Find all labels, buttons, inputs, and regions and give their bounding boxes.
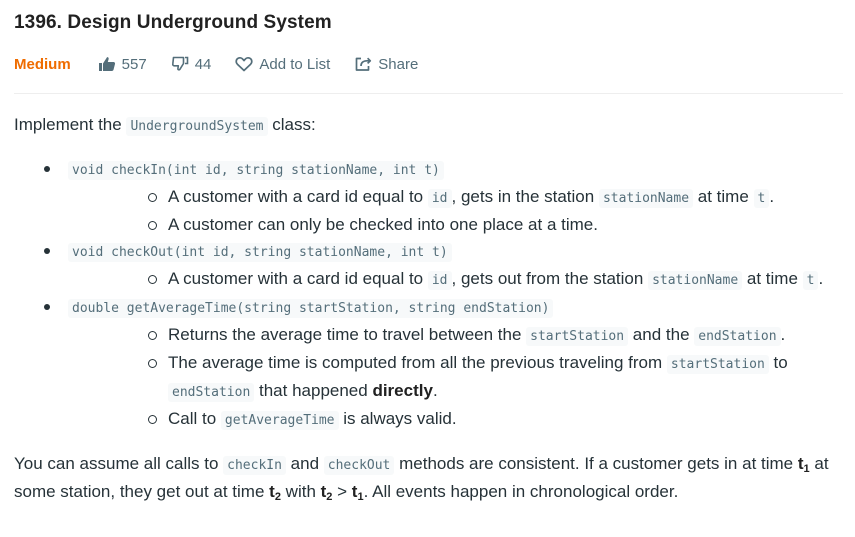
problem-title: 1396. Design Underground System (14, 12, 332, 33)
list-item: Call to getAverageTime is always valid. (68, 406, 844, 434)
method-item-getaveragetime: double getAverageTime(string startStatio… (14, 294, 844, 434)
problem-description: Implement the UndergroundSystem class: v… (14, 112, 844, 505)
share-icon (355, 57, 372, 71)
class-name-code: UndergroundSystem (126, 117, 268, 136)
method-details: A customer with a card id equal to id, g… (68, 266, 844, 294)
list-item: A customer with a card id equal to id, g… (68, 184, 844, 212)
heart-icon (235, 57, 253, 72)
add-to-list-label: Add to List (259, 55, 331, 73)
share-label: Share (378, 55, 419, 73)
method-details: Returns the average time to travel betwe… (68, 322, 844, 434)
method-signature: void checkOut(int id, string stationName… (68, 243, 452, 262)
list-item: A customer can only be checked into one … (68, 212, 844, 238)
problem-meta-bar: Medium 557 44 Add to List Share (14, 53, 442, 75)
list-item: A customer with a card id equal to id, g… (68, 266, 844, 294)
thumbs-up-icon (98, 57, 115, 71)
like-button[interactable]: 557 (98, 56, 147, 73)
intro-paragraph: Implement the UndergroundSystem class: (14, 115, 316, 136)
list-item: Returns the average time to travel betwe… (68, 322, 844, 350)
method-details: A customer with a card id equal to id, g… (68, 184, 844, 238)
closing-paragraph: You can assume all calls to checkIn and … (14, 454, 829, 503)
method-item-checkout: void checkOut(int id, string stationName… (14, 238, 844, 294)
difficulty-badge: Medium (14, 55, 71, 73)
method-list: void checkIn(int id, string stationName,… (14, 156, 844, 434)
add-to-list-button[interactable]: Add to List (235, 56, 330, 73)
dislike-count: 44 (194, 55, 212, 73)
share-button[interactable]: Share (354, 56, 418, 73)
method-item-checkin: void checkIn(int id, string stationName,… (14, 156, 844, 238)
list-item: The average time is computed from all th… (68, 350, 844, 406)
header-divider (14, 93, 843, 94)
dislike-button[interactable]: 44 (171, 55, 212, 73)
thumbs-down-icon (171, 56, 189, 71)
method-signature: double getAverageTime(string startStatio… (68, 299, 554, 318)
method-signature: void checkIn(int id, string stationName,… (68, 161, 444, 180)
problem-page: 1396. Design Underground System Medium 5… (0, 0, 855, 537)
like-count: 557 (121, 55, 147, 73)
